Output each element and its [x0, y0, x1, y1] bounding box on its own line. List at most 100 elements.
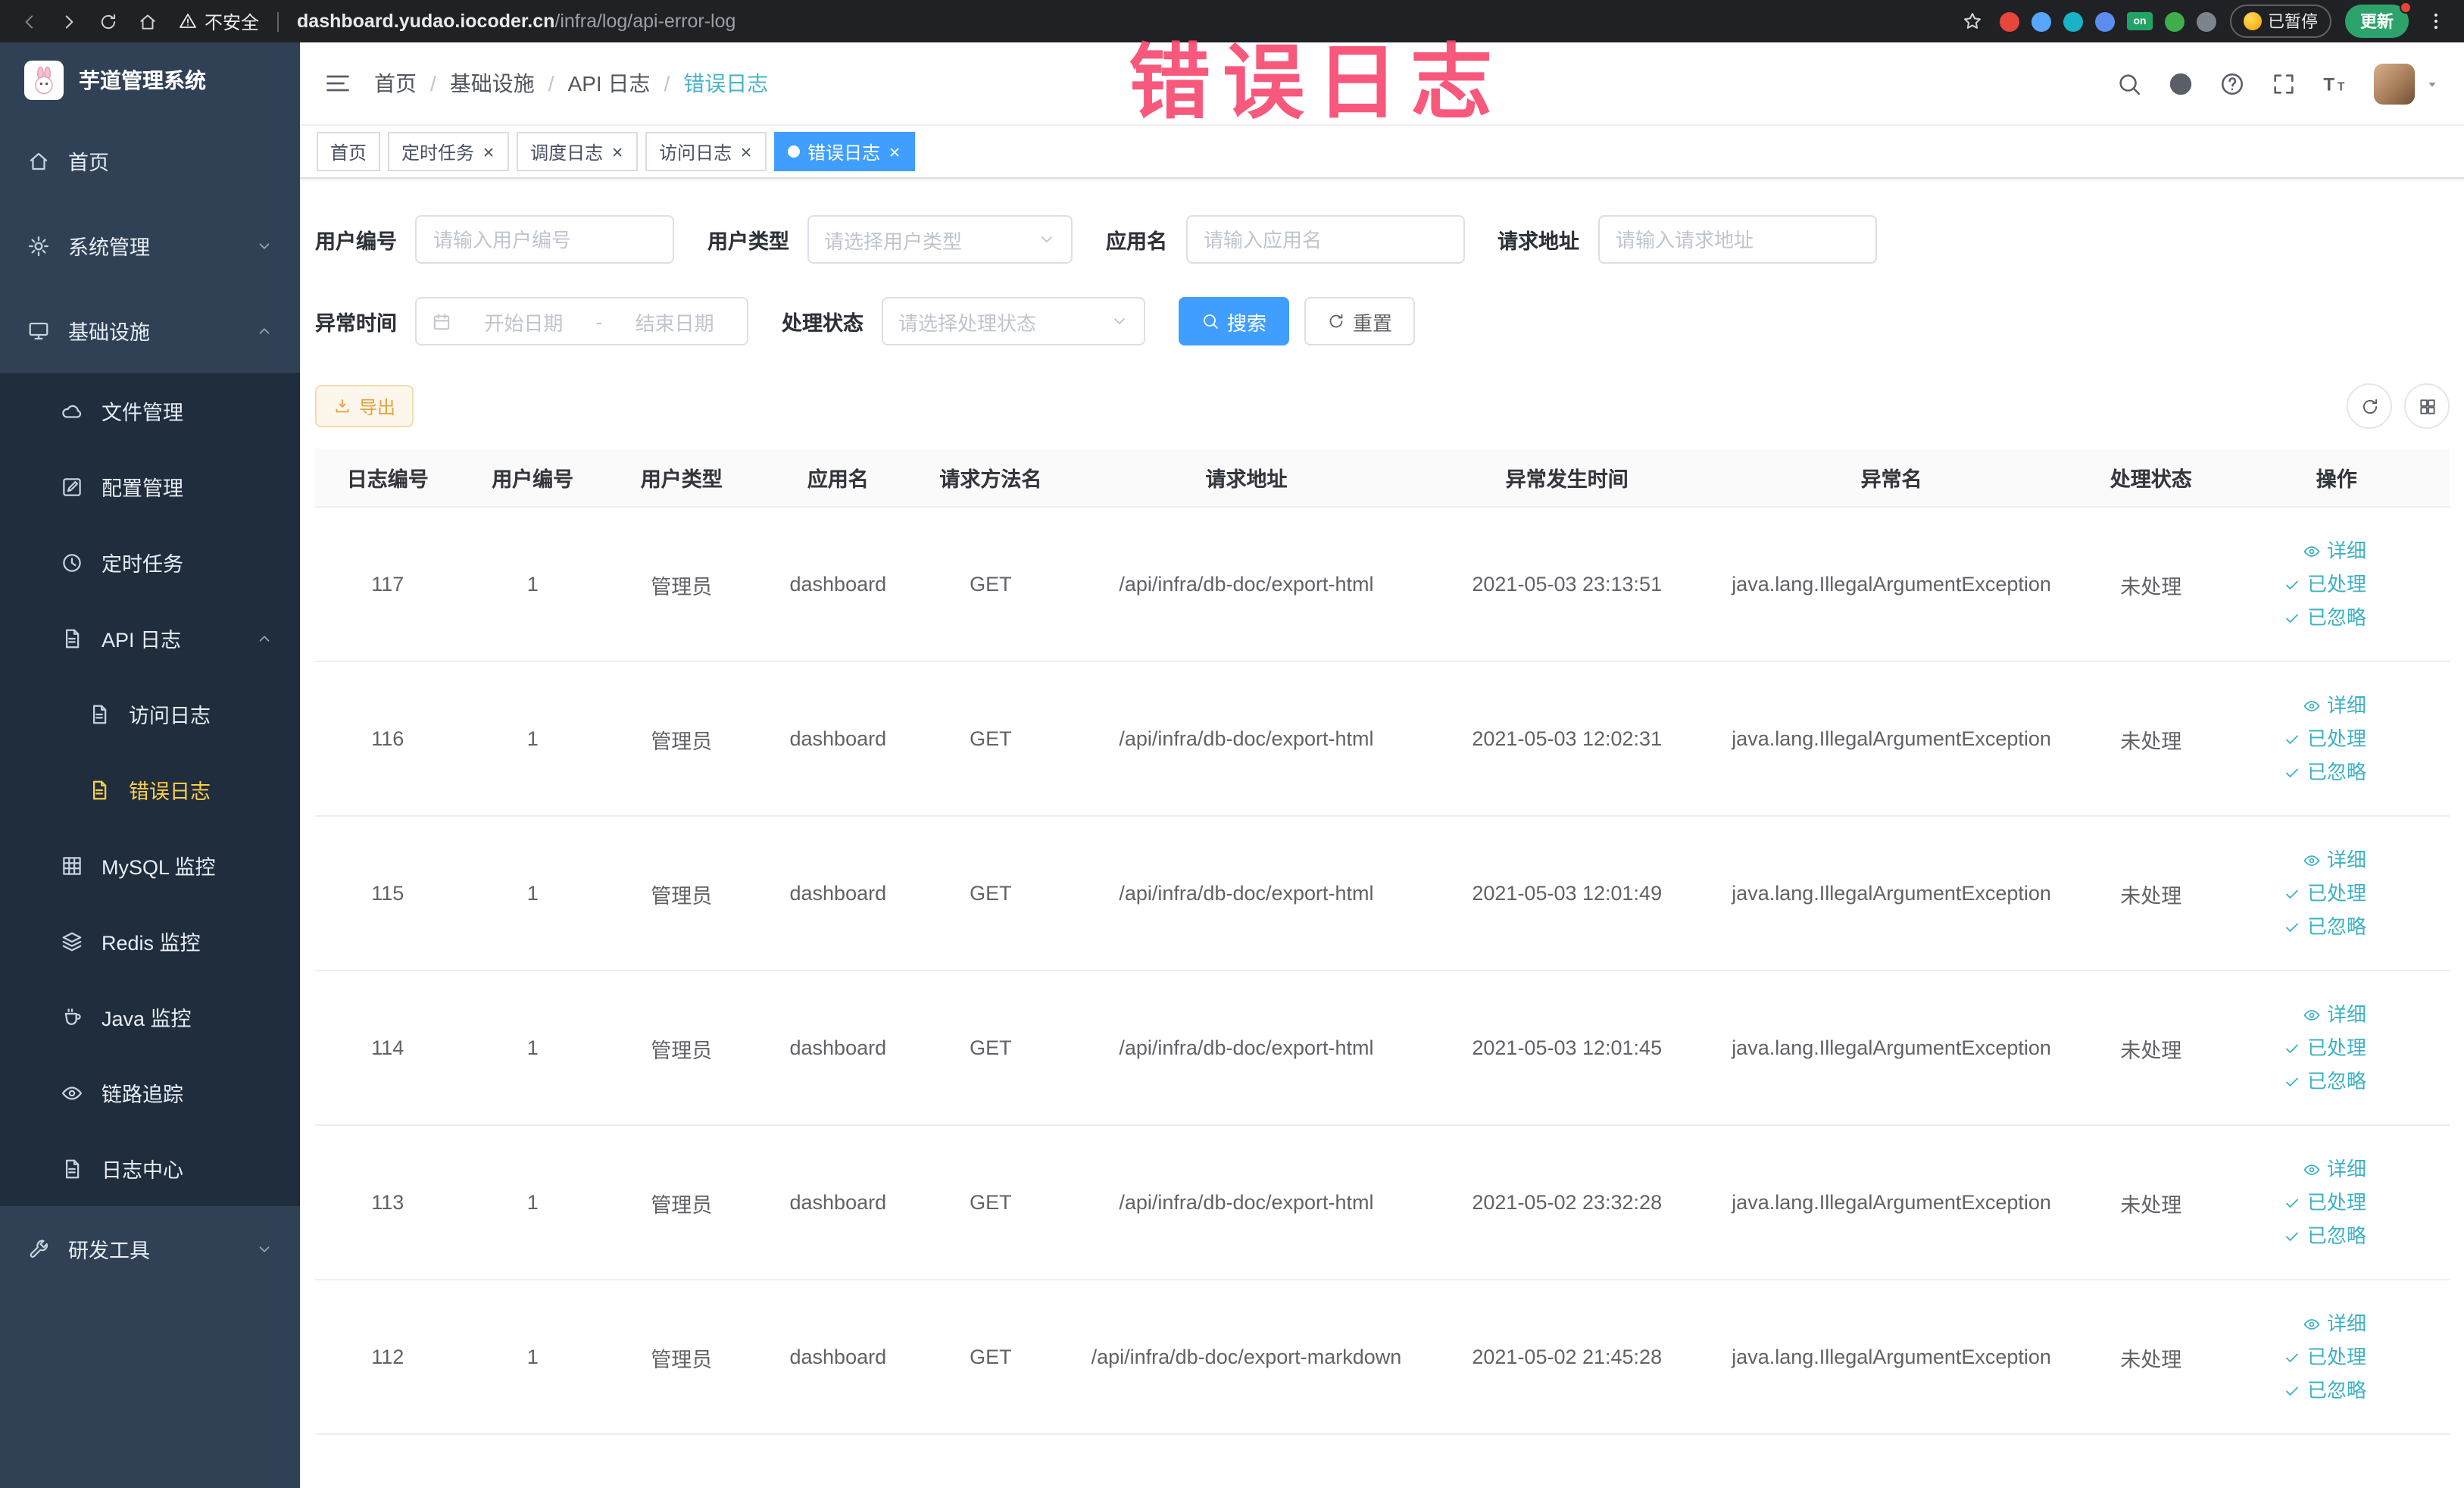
process-status-select[interactable]: 请选择处理状态 [882, 297, 1145, 345]
reset-button-label: 重置 [1353, 311, 1393, 334]
user-id-label: 用户编号 [315, 230, 397, 253]
reset-button[interactable]: 重置 [1304, 297, 1416, 345]
search-button[interactable]: 搜索 [1179, 297, 1290, 345]
detail-link[interactable]: 详细 [2231, 843, 2366, 877]
ignored-link[interactable]: 已忽略 [2231, 910, 2366, 943]
tab-scheduled-jobs[interactable]: 定时任务 [388, 132, 510, 171]
avatar-image [2374, 63, 2415, 104]
export-button[interactable]: 导出 [315, 385, 414, 427]
site-security-chip[interactable]: 不安全 [179, 8, 259, 34]
sidebar-item-label: 错误日志 [129, 780, 211, 803]
breadcrumb-item[interactable]: 首页 [374, 68, 417, 98]
sidebar-item-home[interactable]: 首页 [0, 118, 300, 203]
detail-link[interactable]: 详细 [2231, 534, 2366, 567]
extension-blue-puzzle-icon[interactable] [2095, 11, 2115, 31]
refresh-table-button[interactable] [2347, 383, 2392, 429]
detail-link[interactable]: 详细 [2231, 689, 2366, 722]
processed-link[interactable]: 已处理 [2231, 567, 2366, 601]
sidebar-item-access-log[interactable]: 访问日志 [0, 676, 300, 752]
sidebar-item-config-management[interactable]: 配置管理 [0, 449, 300, 524]
ignored-link[interactable]: 已忽略 [2231, 1374, 2366, 1407]
action-label: 已处理 [2306, 1036, 2366, 1058]
tab-access-log[interactable]: 访问日志 [645, 132, 767, 171]
user-type-select[interactable]: 请选择用户类型 [807, 215, 1073, 264]
tab-label: 定时任务 [401, 142, 475, 163]
extension-teal-circle-icon[interactable] [2063, 11, 2083, 31]
detail-link[interactable]: 详细 [2231, 1152, 2366, 1186]
font-size-icon[interactable]: TT [2322, 70, 2348, 96]
user-id-input[interactable] [415, 215, 674, 264]
sidebar-item-system-management[interactable]: 系统管理 [0, 203, 300, 288]
processed-link[interactable]: 已处理 [2231, 1340, 2366, 1374]
browser-home-button[interactable] [133, 8, 161, 35]
cell-user-type: 管理员 [604, 971, 758, 1126]
document-icon [88, 702, 111, 725]
column-header: 异常名 [1704, 449, 2078, 508]
detail-link[interactable]: 详细 [2231, 998, 2366, 1031]
paused-badge[interactable]: 已暂停 [2230, 5, 2331, 38]
hamburger-icon[interactable] [324, 70, 351, 97]
tab-label: 错误日志 [807, 142, 881, 163]
sidebar-item-file-management[interactable]: 文件管理 [0, 373, 300, 449]
date-range-picker[interactable]: 开始日期 - 结束日期 [415, 297, 748, 345]
sidebar-item-api-log[interactable]: API 日志 [0, 600, 300, 676]
processed-link[interactable]: 已处理 [2231, 1186, 2366, 1219]
tab-error-log[interactable]: 错误日志 [774, 132, 916, 171]
fullscreen-icon[interactable] [2271, 70, 2297, 96]
sidebar-item-error-log[interactable]: 错误日志 [0, 752, 300, 827]
processed-link[interactable]: 已处理 [2231, 877, 2366, 910]
breadcrumb-item[interactable]: 基础设施 [450, 68, 535, 98]
search-icon[interactable] [2116, 70, 2142, 96]
close-icon[interactable] [482, 145, 495, 158]
breadcrumb-item[interactable]: API 日志 [568, 68, 651, 98]
detail-link[interactable]: 详细 [2231, 1307, 2366, 1340]
cell-method: GET [918, 1280, 1063, 1435]
sidebar-item-scheduled-jobs[interactable]: 定时任务 [0, 524, 300, 600]
sidebar-item-mysql-monitor[interactable]: MySQL 监控 [0, 827, 300, 903]
ignored-link[interactable]: 已忽略 [2231, 1064, 2366, 1098]
active-dot-icon [788, 145, 801, 158]
request-url-input[interactable] [1597, 215, 1876, 264]
browser-reload-button[interactable] [94, 8, 121, 35]
ignored-link[interactable]: 已忽略 [2231, 1219, 2366, 1252]
tab-job-log[interactable]: 调度日志 [517, 132, 639, 171]
processed-link[interactable]: 已处理 [2231, 1031, 2366, 1064]
app-name-input[interactable] [1185, 215, 1464, 264]
check-icon [2283, 1381, 2301, 1399]
close-icon[interactable] [739, 145, 753, 158]
process-status-label: 处理状态 [782, 312, 863, 335]
action-label: 已忽略 [2306, 914, 2366, 937]
sidebar-item-redis-monitor[interactable]: Redis 监控 [0, 903, 300, 979]
extension-on-badge-icon[interactable]: on [2127, 12, 2153, 30]
extension-red-circle-icon[interactable] [2000, 11, 2019, 31]
sidebar-item-infrastructure[interactable]: 基础设施 [0, 288, 300, 373]
close-icon[interactable] [888, 145, 901, 158]
action-label: 已处理 [2306, 881, 2366, 904]
column-settings-button[interactable] [2404, 383, 2450, 429]
bookmark-star-icon[interactable] [1959, 8, 1986, 35]
ignored-link[interactable]: 已忽略 [2231, 755, 2366, 789]
sidebar-item-dev-tools[interactable]: 研发工具 [0, 1206, 300, 1291]
tab-home[interactable]: 首页 [317, 132, 381, 171]
app-logo[interactable]: 芋道管理系统 [0, 42, 300, 118]
column-header: 异常发生时间 [1429, 449, 1705, 508]
download-icon [333, 397, 351, 415]
extension-gray-puzzle-icon[interactable] [2197, 11, 2216, 31]
close-icon[interactable] [611, 145, 624, 158]
github-icon[interactable] [2168, 70, 2194, 96]
address-bar[interactable]: dashboard.yudao.iocoder.cn/infra/log/api… [297, 11, 735, 32]
browser-update-button[interactable]: 更新 [2345, 2, 2412, 38]
sidebar-item-link-tracing[interactable]: 链路追踪 [0, 1055, 300, 1130]
browser-forward-button[interactable] [55, 8, 82, 35]
ignored-link[interactable]: 已忽略 [2231, 601, 2366, 634]
browser-back-button[interactable] [15, 8, 42, 35]
extension-blue-drop-icon[interactable] [2031, 11, 2051, 31]
user-avatar[interactable] [2374, 63, 2441, 104]
help-icon[interactable] [2219, 70, 2245, 96]
processed-link[interactable]: 已处理 [2231, 722, 2366, 755]
browser-menu-icon[interactable] [2422, 8, 2450, 35]
extension-green-leaf-icon[interactable] [2165, 11, 2184, 31]
sidebar-item-java-monitor[interactable]: Java 监控 [0, 979, 300, 1055]
sidebar-item-log-center[interactable]: 日志中心 [0, 1130, 300, 1206]
calendar-icon [432, 311, 451, 331]
